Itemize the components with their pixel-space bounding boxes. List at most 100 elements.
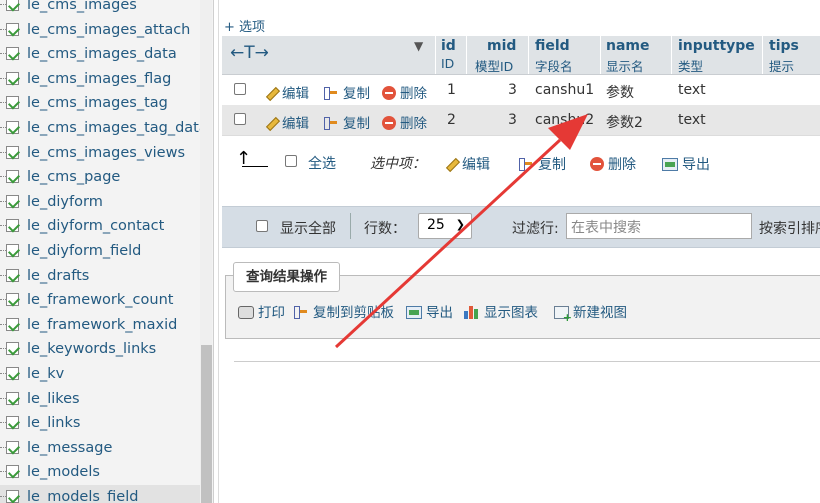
- table-icon[interactable]: [6, 342, 19, 356]
- column-comment: 模型ID: [475, 59, 514, 74]
- sidebar-table-label[interactable]: le_framework_maxid: [27, 313, 177, 337]
- table-icon[interactable]: [6, 170, 19, 184]
- column-resize-arrows-icon[interactable]: ←T→: [230, 43, 269, 63]
- column-name: name: [606, 38, 650, 54]
- cell-field: canshu1: [535, 82, 595, 98]
- table-icon[interactable]: [6, 47, 19, 61]
- sidebar-table-label[interactable]: le_links: [27, 411, 80, 435]
- create-view-button[interactable]: 新建视图: [554, 301, 627, 324]
- table-icon[interactable]: [6, 268, 19, 282]
- sidebar-table-label[interactable]: le_cms_images_tag_data: [27, 116, 208, 140]
- sidebar-table-label[interactable]: le_cms_images_attach: [27, 18, 190, 42]
- show-all-label[interactable]: 显示全部: [280, 218, 336, 238]
- copy-row-button[interactable]: 复制: [323, 82, 370, 102]
- cell-inputtype: text: [678, 82, 706, 98]
- sidebar-table-label[interactable]: le_models_field: [27, 485, 138, 503]
- table-icon[interactable]: [6, 416, 19, 430]
- pencil-icon: [264, 86, 278, 100]
- bulk-copy-button[interactable]: 复制: [518, 154, 566, 174]
- edit-row-button[interactable]: 编辑: [264, 82, 309, 102]
- sidebar-table-label[interactable]: le_cms_images_flag: [27, 67, 171, 91]
- pencil-icon: [444, 157, 458, 171]
- sidebar-table-label[interactable]: le_models: [27, 460, 100, 484]
- table-icon[interactable]: [6, 367, 19, 380]
- navigation-sidebar: le_cms_images le_cms_images_attach le_cms_…: [0, 0, 214, 503]
- table-icon[interactable]: [6, 145, 19, 159]
- options-link[interactable]: + 选项: [224, 16, 265, 35]
- copy-to-clipboard-button[interactable]: 复制到剪贴板: [293, 301, 394, 321]
- rows-per-page-select[interactable]: 25 ❯: [418, 213, 472, 239]
- sidebar-table-label[interactable]: le_likes: [27, 387, 80, 411]
- query-results-operations-legend: 查询结果操作: [233, 262, 340, 292]
- sidebar-table-item[interactable]: le_models_field: [0, 485, 200, 503]
- column-name: tips: [769, 38, 799, 54]
- sidebar-table-label[interactable]: le_diyform_field: [27, 239, 141, 263]
- column-comment: 提示: [769, 59, 795, 74]
- table-icon[interactable]: [6, 22, 19, 36]
- delete-row-button[interactable]: 删除: [382, 112, 427, 132]
- chevron-down-icon: ❯: [455, 218, 465, 231]
- cell-field: canshu2: [535, 112, 595, 128]
- select-all-checkbox[interactable]: [285, 155, 297, 167]
- cell-id: 1: [447, 82, 456, 98]
- sidebar-table-label[interactable]: le_framework_count: [27, 288, 173, 312]
- row-checkbox[interactable]: [234, 113, 246, 125]
- pane-divider[interactable]: [218, 0, 219, 503]
- show-all-checkbox[interactable]: [256, 220, 268, 232]
- sort-dropdown-icon[interactable]: ▼: [414, 39, 423, 53]
- delete-row-button[interactable]: 删除: [382, 82, 427, 102]
- table-icon[interactable]: [6, 219, 19, 233]
- print-button[interactable]: 打印: [238, 301, 285, 321]
- row-checkbox[interactable]: [234, 83, 246, 95]
- sidebar-table-label[interactable]: le_message: [27, 436, 112, 460]
- sidebar-table-label[interactable]: le_keywords_links: [27, 337, 156, 361]
- results-table-header: ←T→ ▼ id ID mid 模型ID field 字段名 name 显示名 …: [222, 36, 820, 75]
- bulk-edit-button[interactable]: 编辑: [444, 154, 490, 174]
- sidebar-table-label[interactable]: le_diyform_contact: [27, 214, 164, 238]
- table-icon[interactable]: [6, 490, 19, 503]
- bulk-delete-button[interactable]: 删除: [590, 154, 636, 174]
- with-selected-label: 选中项：: [370, 156, 426, 172]
- filter-rows-input[interactable]: 在表中搜索: [566, 213, 752, 239]
- copy-row-button[interactable]: 复制: [323, 112, 370, 132]
- sidebar-table-label[interactable]: le_cms_images_tag: [27, 91, 168, 115]
- table-icon[interactable]: [6, 293, 19, 307]
- edit-row-button[interactable]: 编辑: [264, 112, 309, 132]
- delete-icon: [382, 86, 396, 100]
- table-row: 编辑 复制 删除 2 3 canshu2 参数2 text: [222, 105, 820, 136]
- cell-mid: 3: [508, 82, 517, 98]
- export-icon: [406, 306, 422, 319]
- export-icon: [662, 158, 678, 171]
- chart-icon: [464, 305, 480, 319]
- sidebar-table-label[interactable]: le_cms_images_data: [27, 42, 177, 66]
- table-icon[interactable]: [6, 71, 19, 85]
- sidebar-table-label[interactable]: le_cms_images: [27, 0, 137, 17]
- show-chart-button[interactable]: 显示图表: [464, 301, 538, 321]
- table-icon[interactable]: [6, 440, 19, 454]
- table-icon[interactable]: [6, 391, 19, 405]
- select-all-label[interactable]: 全选: [308, 153, 336, 173]
- sidebar-table-label[interactable]: le_diyform: [27, 190, 103, 214]
- table-icon[interactable]: [6, 194, 19, 208]
- sidebar-scrollbar-thumb[interactable]: [201, 345, 212, 503]
- table-icon[interactable]: [6, 244, 19, 257]
- column-name: inputtype: [678, 38, 755, 54]
- arrow-line: [242, 166, 268, 167]
- column-comment: ID: [441, 56, 455, 71]
- table-icon[interactable]: [6, 96, 19, 110]
- sidebar-table-label[interactable]: le_cms_images_views: [27, 141, 185, 165]
- copy-icon: [323, 116, 339, 130]
- table-icon[interactable]: [6, 465, 19, 479]
- table-icon[interactable]: [6, 0, 19, 11]
- sidebar-table-label[interactable]: le_kv: [27, 362, 64, 386]
- column-comment: 字段名: [535, 59, 573, 74]
- export-button[interactable]: 导出: [406, 301, 453, 321]
- divider: [234, 361, 820, 362]
- column-name: mid: [487, 38, 517, 54]
- bulk-export-button[interactable]: 导出: [662, 154, 710, 174]
- table-icon[interactable]: [6, 121, 19, 134]
- sidebar-table-label[interactable]: le_cms_page: [27, 165, 120, 189]
- table-icon[interactable]: [6, 317, 19, 331]
- copy-icon: [518, 157, 534, 171]
- sidebar-table-label[interactable]: le_drafts: [27, 264, 89, 288]
